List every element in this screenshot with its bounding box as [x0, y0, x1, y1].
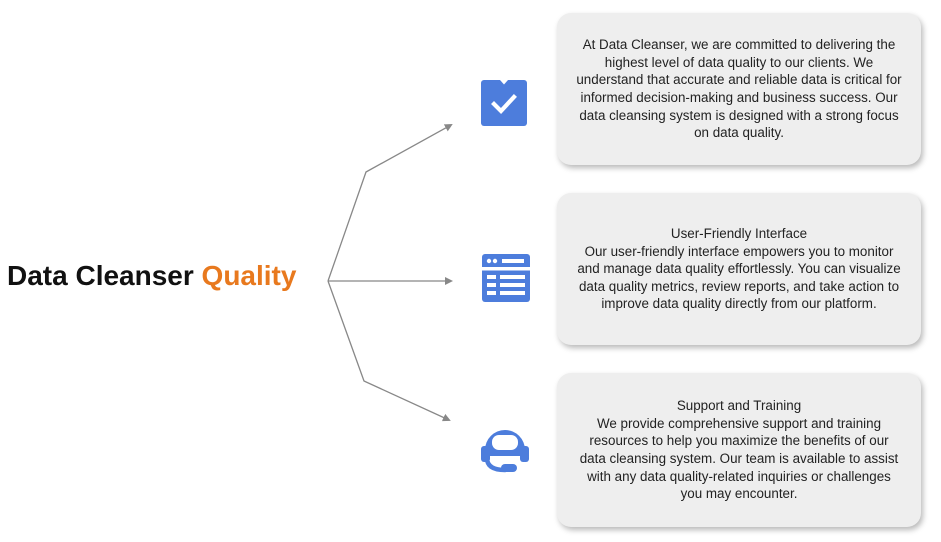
browser-window-icon [480, 252, 532, 304]
support-headset-icon [479, 424, 531, 476]
connector-lines [327, 124, 453, 422]
checklist-icon [478, 77, 530, 129]
connector-bottom [327, 280, 451, 422]
connector-top [327, 124, 453, 282]
